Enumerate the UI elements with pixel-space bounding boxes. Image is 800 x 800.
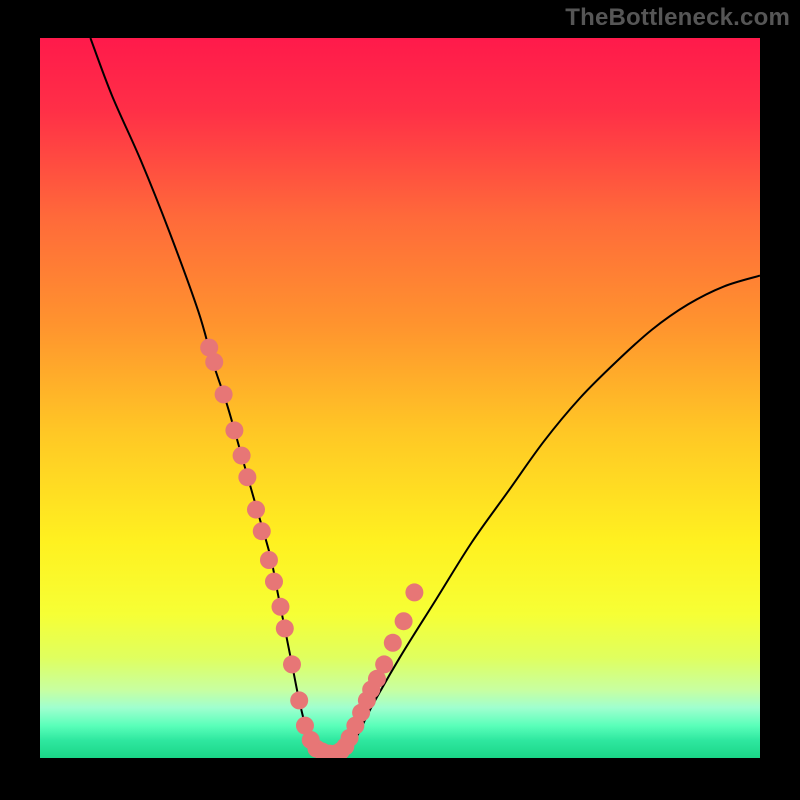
- chart-container: TheBottleneck.com: [0, 0, 800, 800]
- watermark-text: TheBottleneck.com: [565, 4, 790, 32]
- background-gradient: [40, 38, 760, 758]
- plot-area: [40, 38, 760, 758]
